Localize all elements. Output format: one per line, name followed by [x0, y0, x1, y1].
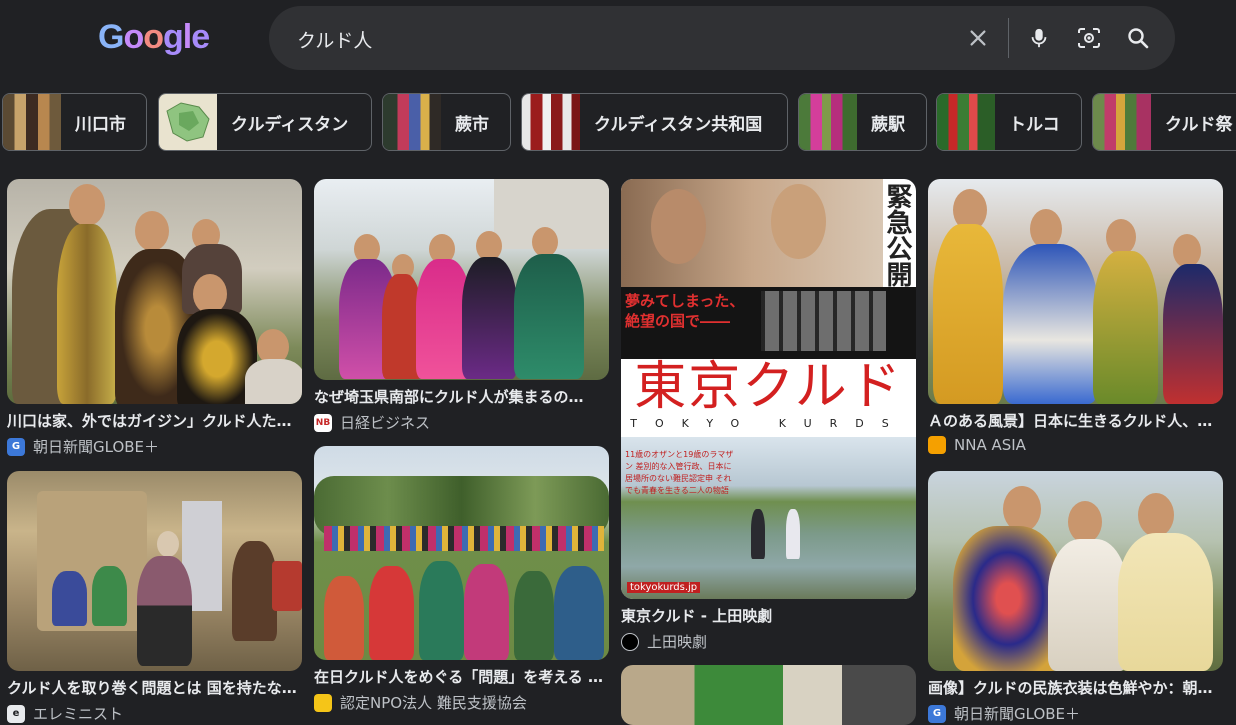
- image-result-card[interactable]: Ａのある風景】日本に生きるクルド人、… NNA ASIA: [928, 179, 1223, 454]
- chip-thumbnail: [1093, 94, 1151, 150]
- ueda-eigeki-favicon-icon: [621, 632, 639, 651]
- logo-letter: e: [191, 18, 210, 56]
- search-button[interactable]: [1124, 24, 1152, 52]
- chip-thumbnail: [3, 94, 61, 150]
- chip-label: トルコ: [1009, 114, 1060, 135]
- chip-thumbnail: [799, 94, 857, 150]
- google-logo[interactable]: Google: [98, 15, 210, 59]
- lens-search-button[interactable]: [1075, 24, 1103, 52]
- movie-poster-image[interactable]: 緊急公開 夢みてしまった、絶望の国で―― 東京クルド TOKYO KURDS 1…: [621, 179, 916, 599]
- image-result-card[interactable]: 川口は家、外ではガイジン」クルド人た… G 朝日新聞GLOBE＋: [7, 179, 302, 457]
- result-source[interactable]: 認定NPO法人 難民支援協会: [314, 692, 609, 713]
- poster-side-text: 緊急公開: [882, 183, 912, 287]
- image-result-card[interactable]: なぜ埼玉県南部にクルド人が集まるの… NB 日経ビジネス: [314, 179, 609, 433]
- result-image[interactable]: [314, 179, 609, 380]
- camera-lens-icon: [1078, 28, 1100, 48]
- globe-plus-favicon-icon: G: [928, 704, 946, 723]
- logo-letter: l: [182, 18, 193, 56]
- voice-search-button[interactable]: [1025, 24, 1053, 52]
- jar-favicon-icon: [314, 693, 332, 712]
- result-title[interactable]: 東京クルド - 上田映劇: [621, 605, 913, 626]
- chip-thumbnail: [159, 94, 217, 150]
- result-source[interactable]: 上田映劇: [621, 631, 916, 652]
- chip-warabi-station[interactable]: 蕨駅: [798, 93, 927, 151]
- result-title[interactable]: クルド人を取り巻く問題とは 国を持たな…: [7, 677, 299, 698]
- image-result-card[interactable]: [621, 665, 916, 725]
- logo-letter: o: [143, 18, 164, 56]
- related-searches-chips: 川口市 クルディスタン 蕨市 クルディスタン共和国 蕨駅 トルコ クルド祭: [2, 93, 1236, 153]
- chip-turkey[interactable]: トルコ: [936, 93, 1082, 151]
- source-name: エレミニスト: [33, 705, 124, 723]
- poster-title-en: TOKYO KURDS: [630, 417, 907, 430]
- image-result-card[interactable]: 画像】クルドの民族衣装は色鮮やか：朝… G 朝日新聞GLOBE＋: [928, 471, 1223, 724]
- source-name: 朝日新聞GLOBE＋: [33, 438, 160, 456]
- source-name: 日経ビジネス: [340, 414, 431, 432]
- chip-label: 蕨市: [455, 114, 489, 135]
- search-bar: [269, 6, 1175, 70]
- result-title[interactable]: 画像】クルドの民族衣装は色鮮やか：朝…: [928, 677, 1220, 698]
- chip-kurdistan[interactable]: クルディスタン: [158, 93, 372, 151]
- source-name: 上田映劇: [647, 633, 708, 651]
- chip-label: 蕨駅: [871, 114, 905, 135]
- poster-small-text: 11歳のオザンと19歳のラマザン 差別的な入管行政、日本に居場所のない難民認定申…: [625, 450, 734, 495]
- logo-letter: g: [163, 18, 184, 56]
- elle-minist-favicon-icon: e: [7, 704, 25, 723]
- image-result-card[interactable]: 緊急公開 夢みてしまった、絶望の国で―― 東京クルド TOKYO KURDS 1…: [621, 179, 916, 652]
- globe-plus-favicon-icon: G: [7, 437, 25, 456]
- logo-letter: o: [123, 18, 144, 56]
- source-name: 認定NPO法人 難民支援協会: [340, 694, 527, 712]
- close-icon: [970, 30, 986, 46]
- result-image[interactable]: [7, 471, 302, 671]
- chip-label: クルディスタン: [231, 114, 349, 135]
- search-icon: [1128, 28, 1149, 49]
- result-title[interactable]: Ａのある風景】日本に生きるクルド人、…: [928, 410, 1220, 431]
- search-divider: [1008, 18, 1009, 58]
- chip-label: クルディスタン共和国: [594, 114, 763, 135]
- chip-warabi-city[interactable]: 蕨市: [382, 93, 511, 151]
- result-title[interactable]: 川口は家、外ではガイジン」クルド人た…: [7, 410, 299, 431]
- nikkei-business-favicon-icon: NB: [314, 413, 332, 432]
- result-source[interactable]: e エレミニスト: [7, 703, 302, 724]
- result-source[interactable]: NB 日経ビジネス: [314, 412, 609, 433]
- image-result-card[interactable]: クルド人を取り巻く問題とは 国を持たな… e エレミニスト: [7, 471, 302, 724]
- source-name: NNA ASIA: [954, 436, 1026, 454]
- poster-url: tokyokurds.jp: [627, 582, 701, 593]
- chip-kurdistan-republic[interactable]: クルディスタン共和国: [521, 93, 788, 151]
- result-title[interactable]: なぜ埼玉県南部にクルド人が集まるの…: [314, 386, 606, 407]
- result-image[interactable]: [928, 471, 1223, 671]
- microphone-icon: [1031, 28, 1047, 48]
- chip-label: 川口市: [75, 114, 126, 135]
- poster-tagline: 夢みてしまった、絶望の国で――: [625, 292, 745, 330]
- search-input[interactable]: [295, 18, 939, 60]
- result-image[interactable]: [314, 446, 609, 660]
- image-result-card[interactable]: 在日クルド人をめぐる「問題」を考える … 認定NPO法人 難民支援協会: [314, 446, 609, 713]
- clear-button[interactable]: [964, 24, 992, 52]
- chip-thumbnail: [937, 94, 995, 150]
- result-image[interactable]: [7, 179, 302, 404]
- result-title[interactable]: 在日クルド人をめぐる「問題」を考える …: [314, 666, 606, 687]
- logo-letter: G: [98, 18, 124, 56]
- nna-asia-favicon-icon: [928, 436, 946, 454]
- result-source[interactable]: G 朝日新聞GLOBE＋: [7, 436, 302, 457]
- chip-thumbnail: [383, 94, 441, 150]
- result-source[interactable]: NNA ASIA: [928, 436, 1223, 454]
- source-name: 朝日新聞GLOBE＋: [954, 705, 1081, 723]
- result-source[interactable]: G 朝日新聞GLOBE＋: [928, 703, 1223, 724]
- chip-kurdish-festival[interactable]: クルド祭: [1092, 93, 1236, 151]
- chip-label: クルド祭: [1165, 114, 1233, 135]
- chip-kawaguchi[interactable]: 川口市: [2, 93, 147, 151]
- result-image[interactable]: [621, 665, 916, 725]
- poster-title: 東京クルド: [634, 357, 903, 417]
- chip-thumbnail: [522, 94, 580, 150]
- result-image[interactable]: [928, 179, 1223, 404]
